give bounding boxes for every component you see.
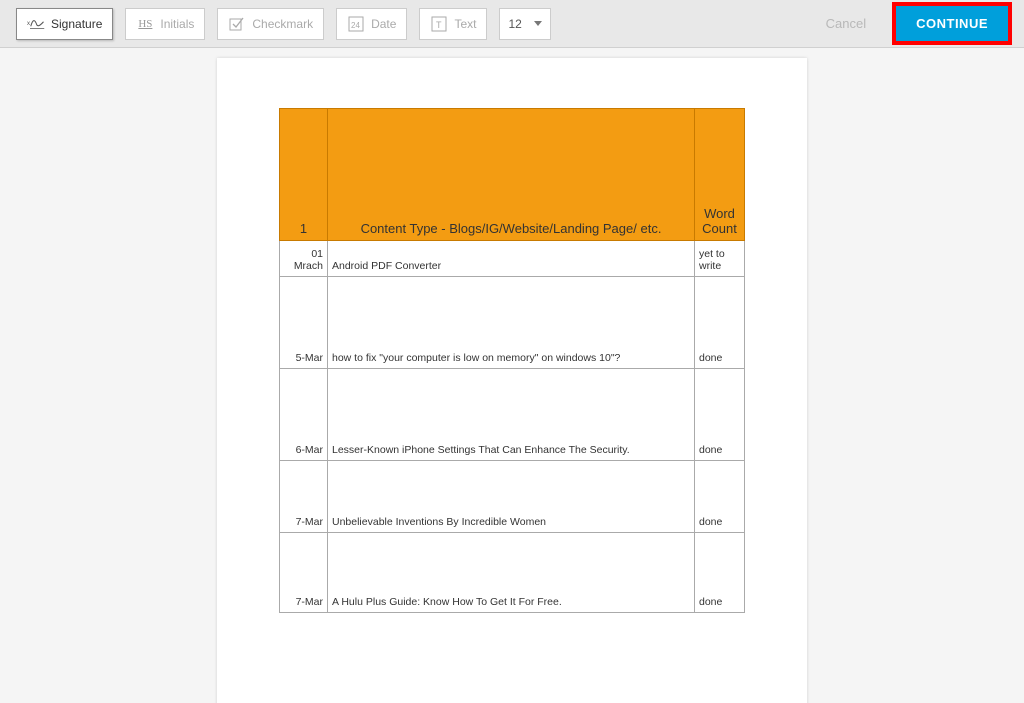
svg-text:x: x	[27, 20, 30, 26]
cell-content: Android PDF Converter	[328, 241, 695, 277]
cell-date: 6-Mar	[280, 369, 328, 461]
cell-date: 7-Mar	[280, 533, 328, 613]
date-button[interactable]: 24 Date	[336, 8, 407, 40]
chevron-down-icon	[534, 21, 542, 26]
cell-date: 5-Mar	[280, 277, 328, 369]
checkmark-label: Checkmark	[252, 17, 313, 31]
continue-button[interactable]: CONTINUE	[896, 6, 1008, 41]
table-row: 5-Mar how to fix "your computer is low o…	[280, 277, 745, 369]
table-header-index: 1	[280, 109, 328, 241]
cell-status: done	[695, 461, 745, 533]
signature-button[interactable]: x Signature	[16, 8, 113, 40]
table-header-word-count: Word Count	[695, 109, 745, 241]
svg-text:24: 24	[351, 21, 360, 30]
document-page: 1 Content Type - Blogs/IG/Website/Landin…	[217, 58, 807, 703]
cell-date: 7-Mar	[280, 461, 328, 533]
toolbar: x Signature HS Initials Checkmark 24 Dat…	[0, 0, 1024, 48]
initials-button[interactable]: HS Initials	[125, 8, 205, 40]
text-button[interactable]: T Text	[419, 8, 487, 40]
initials-label: Initials	[160, 17, 194, 31]
date-icon: 24	[347, 15, 365, 33]
initials-icon: HS	[136, 15, 154, 33]
text-icon: T	[430, 15, 448, 33]
cell-content: Unbelievable Inventions By Incredible Wo…	[328, 461, 695, 533]
cell-status: done	[695, 369, 745, 461]
font-size-value: 12	[508, 17, 521, 31]
table-header-content-type: Content Type - Blogs/IG/Website/Landing …	[328, 109, 695, 241]
signature-label: Signature	[51, 17, 102, 31]
table-row: 7-Mar Unbelievable Inventions By Incredi…	[280, 461, 745, 533]
table-row: 01 Mrach Android PDF Converter yet to wr…	[280, 241, 745, 277]
table-row: 6-Mar Lesser-Known iPhone Settings That …	[280, 369, 745, 461]
table-row: 7-Mar A Hulu Plus Guide: Know How To Get…	[280, 533, 745, 613]
cell-status: done	[695, 277, 745, 369]
font-size-dropdown[interactable]: 12	[499, 8, 551, 40]
cell-status: done	[695, 533, 745, 613]
cell-date: 01 Mrach	[280, 241, 328, 277]
cancel-button[interactable]: Cancel	[826, 16, 866, 31]
signature-icon: x	[27, 15, 45, 33]
svg-text:T: T	[436, 20, 442, 30]
cell-content: Lesser-Known iPhone Settings That Can En…	[328, 369, 695, 461]
content-table: 1 Content Type - Blogs/IG/Website/Landin…	[279, 108, 745, 613]
date-label: Date	[371, 17, 396, 31]
cell-content: A Hulu Plus Guide: Know How To Get It Fo…	[328, 533, 695, 613]
checkmark-button[interactable]: Checkmark	[217, 8, 324, 40]
text-label: Text	[454, 17, 476, 31]
document-canvas[interactable]: 1 Content Type - Blogs/IG/Website/Landin…	[0, 48, 1024, 703]
checkmark-icon	[228, 15, 246, 33]
cell-content: how to fix "your computer is low on memo…	[328, 277, 695, 369]
cell-status: yet to write	[695, 241, 745, 277]
